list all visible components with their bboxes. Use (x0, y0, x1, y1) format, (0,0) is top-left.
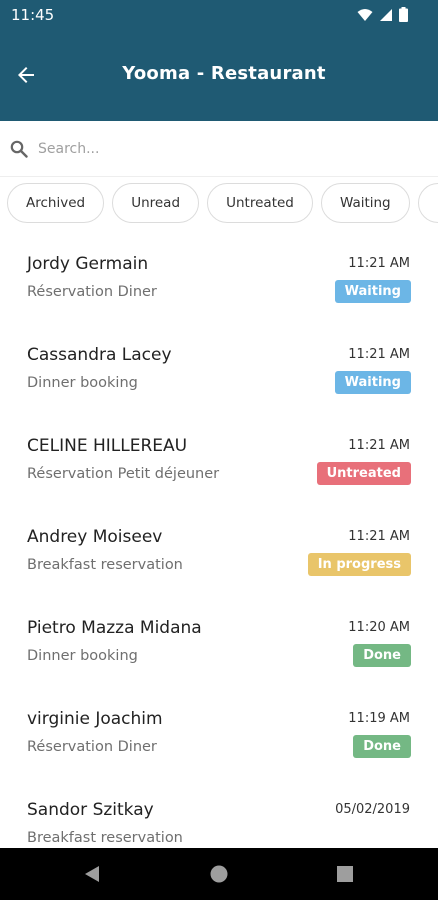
list-item[interactable]: Andrey Moiseev Breakfast reservation 11:… (0, 509, 438, 600)
conversation-time: 11:21 AM (348, 529, 410, 544)
status-icons (357, 7, 408, 22)
filter-chip-untreated[interactable]: Untreated (207, 183, 313, 223)
status-badge: Done (353, 644, 411, 667)
contact-name: virginie Joachim (27, 709, 163, 729)
app-bar: Yooma - Restaurant (0, 30, 438, 121)
conversation-time: 11:20 AM (348, 620, 410, 635)
conversation-subject: Réservation Diner (27, 739, 157, 755)
conversation-list: Jordy Germain Réservation Diner 11:21 AM… (0, 236, 438, 848)
system-nav-bar (0, 848, 438, 900)
conversation-subject: Dinner booking (27, 375, 138, 391)
filter-chip-archived[interactable]: Archived (7, 183, 105, 223)
status-bar: 11:45 (0, 0, 438, 30)
conversation-time: 11:19 AM (348, 711, 410, 726)
list-item[interactable]: Pietro Mazza Midana Dinner booking 11:20… (0, 600, 438, 691)
filter-chip-waiting[interactable]: Waiting (320, 183, 410, 223)
status-badge: Waiting (334, 371, 411, 394)
conversation-time: 05/02/2019 (335, 802, 410, 817)
search-icon (10, 140, 28, 158)
contact-name: CELINE HILLEREAU (27, 436, 188, 456)
conversation-subject: Réservation Diner (27, 284, 157, 300)
list-item[interactable]: CELINE HILLEREAU Réservation Petit déjeu… (0, 418, 438, 509)
status-badge: Waiting (334, 280, 411, 303)
filter-chips: Archived Unread Untreated Waiting (0, 183, 438, 229)
home-circle-icon[interactable] (209, 864, 229, 884)
filter-chip-unread[interactable]: Unread (112, 183, 200, 223)
back-triangle-icon[interactable] (82, 864, 102, 884)
contact-name: Sandor Szitkay (27, 800, 154, 820)
contact-name: Pietro Mazza Midana (27, 618, 202, 638)
conversation-subject: Réservation Petit déjeuner (27, 466, 220, 482)
contact-name: Cassandra Lacey (27, 345, 172, 365)
search-input[interactable] (38, 135, 418, 163)
battery-icon (399, 7, 408, 22)
wifi-icon (357, 8, 373, 21)
status-badge: In progress (307, 553, 411, 576)
contact-name: Jordy Germain (27, 254, 149, 274)
list-item[interactable]: virginie Joachim Réservation Diner 11:19… (0, 691, 438, 782)
search-bar (0, 121, 438, 177)
contact-name: Andrey Moiseev (27, 527, 163, 547)
conversation-subject: Breakfast reservation (27, 557, 183, 573)
conversation-time: 11:21 AM (348, 347, 410, 362)
filter-chip-more[interactable] (417, 183, 438, 223)
page-title: Yooma - Restaurant (122, 63, 326, 84)
list-item[interactable]: Jordy Germain Réservation Diner 11:21 AM… (0, 236, 438, 327)
cellular-icon (380, 8, 392, 21)
conversation-time: 11:21 AM (348, 256, 410, 271)
conversation-subject: Dinner booking (27, 648, 138, 664)
status-badge: Untreated (316, 462, 411, 485)
list-item[interactable]: Cassandra Lacey Dinner booking 11:21 AM … (0, 327, 438, 418)
conversation-time: 11:21 AM (348, 438, 410, 453)
recents-square-icon[interactable] (335, 864, 355, 884)
conversation-subject: Breakfast reservation (27, 830, 183, 846)
status-time: 11:45 (11, 6, 55, 24)
status-badge: Done (353, 735, 411, 758)
list-item[interactable]: Sandor Szitkay Breakfast reservation 05/… (0, 782, 438, 848)
